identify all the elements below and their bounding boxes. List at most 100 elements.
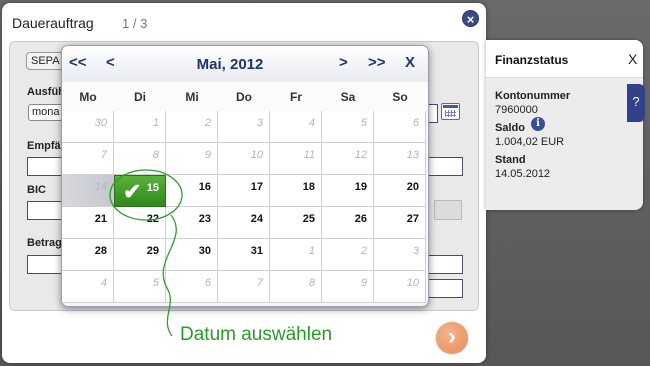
day-number: 19 xyxy=(354,181,367,193)
day-cell[interactable]: 26 xyxy=(322,207,374,239)
weekday-label: Fr xyxy=(290,90,302,104)
day-number: 13 xyxy=(406,149,419,161)
day-number: 26 xyxy=(354,213,367,225)
empfaenger-field-end[interactable] xyxy=(428,157,463,176)
day-number: 28 xyxy=(94,245,107,257)
day-cell: 7 xyxy=(218,271,270,303)
betrag-field-end[interactable] xyxy=(428,255,463,274)
date-field-end[interactable] xyxy=(428,104,438,123)
day-number: 7 xyxy=(256,277,263,289)
day-number: 23 xyxy=(198,213,211,225)
day-cell[interactable]: 20 xyxy=(374,175,426,207)
day-number: 2 xyxy=(360,245,367,257)
step-indicator: 1 / 3 xyxy=(122,16,148,31)
day-cell: 2 xyxy=(322,239,374,271)
day-cell: 13 xyxy=(374,143,426,175)
calendar-icon[interactable] xyxy=(441,103,460,120)
weekday-label: Do xyxy=(236,90,252,104)
day-cell: 3 xyxy=(374,239,426,271)
day-cell[interactable]: 21 xyxy=(62,207,114,239)
day-cell[interactable]: 24 xyxy=(218,207,270,239)
day-number: 16 xyxy=(198,181,211,193)
day-cell[interactable]: 27 xyxy=(374,207,426,239)
dialog-title: Dauerauftrag xyxy=(12,15,94,31)
finanzstatus-title: Finanzstatus xyxy=(495,53,569,67)
day-number: 24 xyxy=(250,213,263,225)
day-cell: 4 xyxy=(270,111,322,143)
day-cell[interactable]: 19 xyxy=(322,175,374,207)
finanzstatus-close-button[interactable]: X xyxy=(628,51,637,67)
day-number: 11 xyxy=(303,149,315,161)
day-number: 8 xyxy=(308,277,315,289)
day-number: 5 xyxy=(360,117,367,129)
prev-month-button[interactable]: < xyxy=(106,54,115,71)
day-number: 1 xyxy=(308,245,315,257)
day-number: 3 xyxy=(412,245,419,257)
day-cell: 11 xyxy=(270,143,322,175)
info-icon[interactable]: i xyxy=(531,117,545,131)
empfaenger-field[interactable] xyxy=(27,157,63,176)
day-cell: 8 xyxy=(114,143,166,175)
day-cell[interactable]: 28 xyxy=(62,239,114,271)
finanzstatus-header: Finanzstatus X xyxy=(486,40,643,78)
day-number: 2 xyxy=(204,117,211,129)
datepicker-popup: << < Mai, 2012 > >> X Mo Di Mi Do Fr Sa So 30 1… xyxy=(61,45,429,307)
next-year-button[interactable]: >> xyxy=(368,54,386,71)
day-cell[interactable]: 31 xyxy=(218,239,270,271)
finanzstatus-panel: Finanzstatus X Kontonummer 7960000 Saldo… xyxy=(486,40,643,210)
day-cell[interactable]: 29 xyxy=(114,239,166,271)
day-cell: 14 xyxy=(62,175,114,207)
day-cell[interactable]: 25 xyxy=(270,207,322,239)
label-ausfuehrung: Ausfüh xyxy=(27,86,65,98)
help-button[interactable]: ? xyxy=(627,84,645,122)
day-number: 9 xyxy=(360,277,367,289)
kontonummer-value: 7960000 xyxy=(495,104,538,116)
day-number: 21 xyxy=(94,213,107,225)
iban-field-disabled xyxy=(434,200,462,220)
day-number: 22 xyxy=(146,213,159,225)
datepicker-close-button[interactable]: X xyxy=(405,54,415,71)
next-button[interactable]: › xyxy=(436,322,468,354)
day-number: 25 xyxy=(302,213,315,225)
day-number: 6 xyxy=(412,117,419,129)
checkmark-icon: ✔ xyxy=(123,179,142,204)
day-cell[interactable]: 22 xyxy=(114,207,166,239)
day-number: 5 xyxy=(152,277,159,289)
day-cell: 12 xyxy=(322,143,374,175)
chevron-right-icon: › xyxy=(448,323,456,350)
day-cell-selected[interactable]: ✔ 15 xyxy=(114,175,166,207)
prev-year-button[interactable]: << xyxy=(69,54,87,71)
weekday-label: Mo xyxy=(79,90,97,104)
stand-value: 14.05.2012 xyxy=(495,168,551,180)
saldo-value: 1.004,02 EUR xyxy=(495,136,565,148)
weekday-label: So xyxy=(392,90,408,104)
day-cell[interactable]: 17 xyxy=(218,175,270,207)
day-cell: 9 xyxy=(322,271,374,303)
day-cell[interactable]: 23 xyxy=(166,207,218,239)
close-icon[interactable]: × xyxy=(462,10,479,27)
day-cell: 3 xyxy=(218,111,270,143)
day-number: 30 xyxy=(94,117,107,129)
day-cell[interactable]: 18 xyxy=(270,175,322,207)
day-number: 10 xyxy=(250,149,263,161)
day-number: 20 xyxy=(406,181,419,193)
day-cell: 1 xyxy=(270,239,322,271)
day-cell: 2 xyxy=(166,111,218,143)
day-cell[interactable]: 16 xyxy=(166,175,218,207)
stand-label: Stand xyxy=(495,154,526,166)
day-number: 8 xyxy=(152,149,159,161)
verwendung-field-end[interactable] xyxy=(428,279,463,298)
weekday-label: Sa xyxy=(340,90,356,104)
day-cell[interactable]: 30 xyxy=(166,239,218,271)
day-cell: 10 xyxy=(374,271,426,303)
betrag-field[interactable] xyxy=(27,255,63,274)
bic-field[interactable] xyxy=(27,201,63,220)
day-number: 1 xyxy=(152,117,159,129)
day-cell: 9 xyxy=(166,143,218,175)
current-month: Mai, 2012 xyxy=(196,56,264,73)
day-number: 12 xyxy=(354,149,367,161)
weekday-label: Mi xyxy=(185,90,199,104)
day-number: 29 xyxy=(146,245,159,257)
next-month-button[interactable]: > xyxy=(339,54,348,71)
datepicker-header: << < Mai, 2012 > >> X xyxy=(62,46,428,82)
